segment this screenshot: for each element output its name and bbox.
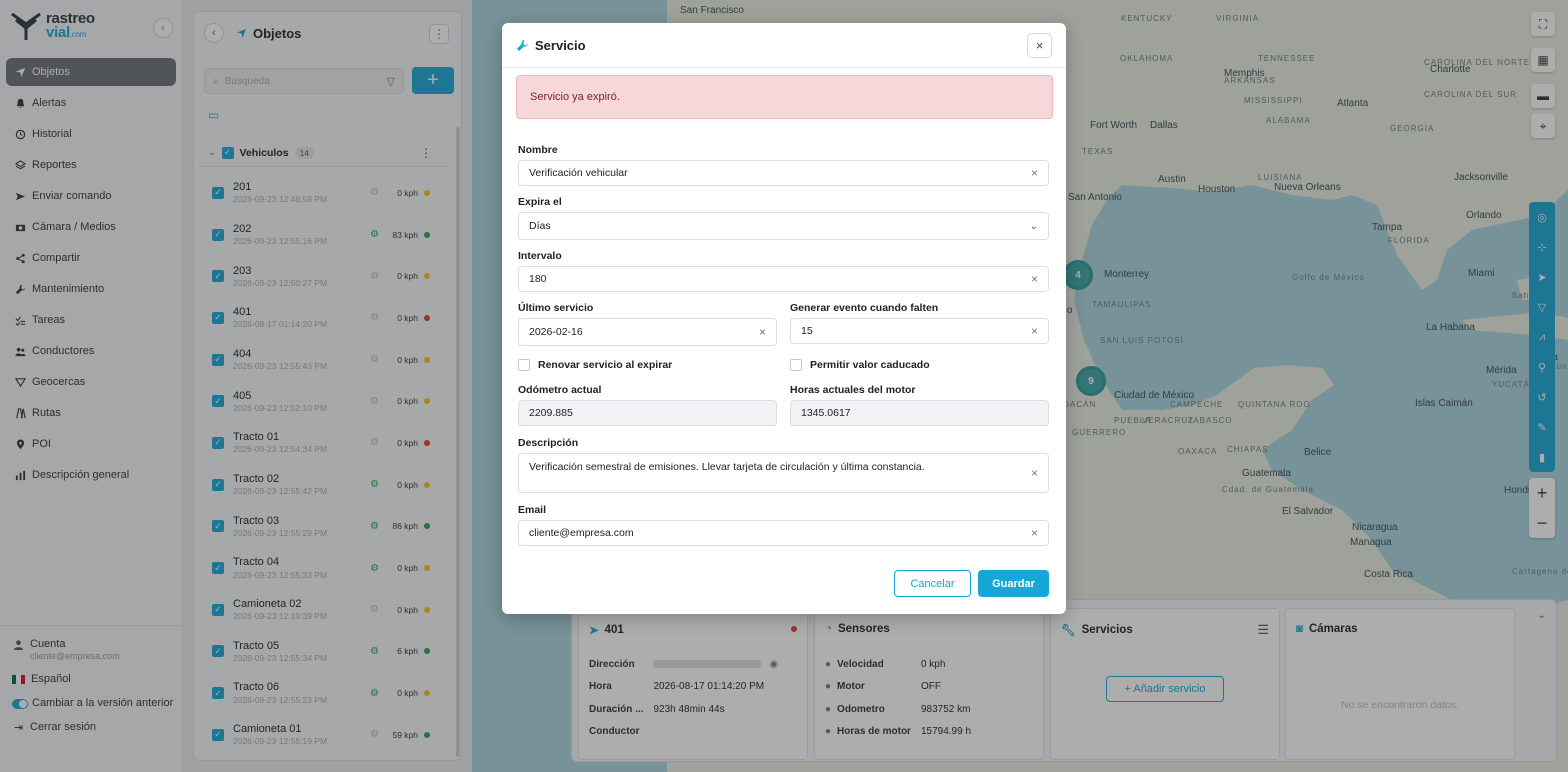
expira-label: Expira el bbox=[518, 196, 562, 208]
ultimo-servicio-field: Último servicio 2026-02-16 × bbox=[518, 302, 777, 346]
intervalo-label: Intervalo bbox=[518, 250, 562, 262]
generar-evento-label: Generar evento cuando falten bbox=[790, 302, 939, 314]
permitir-label: Permitir valor caducado bbox=[810, 359, 930, 371]
horas-motor-label: Horas actuales del motor bbox=[790, 384, 916, 396]
renovar-checkbox-row[interactable]: Renovar servicio al expirar bbox=[518, 359, 672, 371]
clear-icon[interactable]: × bbox=[1031, 272, 1038, 286]
wrench-icon bbox=[516, 39, 529, 51]
clear-icon[interactable]: × bbox=[1031, 166, 1038, 180]
horas-motor-field: Horas actuales del motor 1345.0617 bbox=[790, 384, 1049, 426]
ultimo-servicio-input[interactable]: 2026-02-16 × bbox=[518, 318, 777, 346]
email-label: Email bbox=[518, 504, 547, 516]
horas-motor-input: 1345.0617 bbox=[790, 400, 1049, 426]
odometro-field: Odómetro actual 2209.885 bbox=[518, 384, 777, 426]
clear-icon[interactable]: × bbox=[1031, 324, 1038, 338]
email-field: Email cliente@empresa.com × bbox=[518, 504, 1049, 546]
save-button[interactable]: Guardar bbox=[978, 570, 1049, 597]
intervalo-input[interactable]: 180 × bbox=[518, 266, 1049, 292]
permitir-checkbox[interactable] bbox=[790, 359, 802, 371]
cancel-button[interactable]: Cancelar bbox=[894, 570, 971, 597]
ultimo-servicio-label: Último servicio bbox=[518, 302, 594, 314]
generar-evento-field: Generar evento cuando falten 15 × bbox=[790, 302, 1049, 344]
descripcion-field: Descripción Verificación semestral de em… bbox=[518, 437, 1049, 493]
expired-alert: Servicio ya expiró. bbox=[516, 75, 1053, 119]
close-modal-button[interactable]: × bbox=[1027, 33, 1052, 58]
service-modal: Servicio × Servicio ya expiró. Nombre Ve… bbox=[502, 23, 1066, 614]
nombre-input[interactable]: Verificación vehicular × bbox=[518, 160, 1049, 186]
descripcion-textarea[interactable]: Verificación semestral de emisiones. Lle… bbox=[518, 453, 1049, 493]
renovar-label: Renovar servicio al expirar bbox=[538, 359, 673, 371]
nombre-label: Nombre bbox=[518, 144, 558, 156]
clear-icon[interactable]: × bbox=[1031, 526, 1038, 540]
email-input[interactable]: cliente@empresa.com × bbox=[518, 520, 1049, 546]
expira-field: Expira el Días ⌄ bbox=[518, 196, 1049, 240]
modal-title: Servicio bbox=[535, 37, 586, 53]
expira-select[interactable]: Días ⌄ bbox=[518, 212, 1049, 240]
generar-evento-input[interactable]: 15 × bbox=[790, 318, 1049, 344]
odometro-input: 2209.885 bbox=[518, 400, 777, 426]
descripcion-label: Descripción bbox=[518, 437, 579, 449]
odometro-label: Odómetro actual bbox=[518, 384, 602, 396]
permitir-checkbox-row[interactable]: Permitir valor caducado bbox=[790, 359, 930, 371]
chevron-down-icon: ⌄ bbox=[1029, 220, 1038, 232]
intervalo-field: Intervalo 180 × bbox=[518, 250, 1049, 292]
modal-header: Servicio bbox=[502, 23, 1066, 68]
clear-icon[interactable]: × bbox=[1031, 466, 1038, 480]
nombre-field: Nombre Verificación vehicular × bbox=[518, 144, 1049, 186]
clear-icon[interactable]: × bbox=[759, 325, 766, 339]
renovar-checkbox[interactable] bbox=[518, 359, 530, 371]
